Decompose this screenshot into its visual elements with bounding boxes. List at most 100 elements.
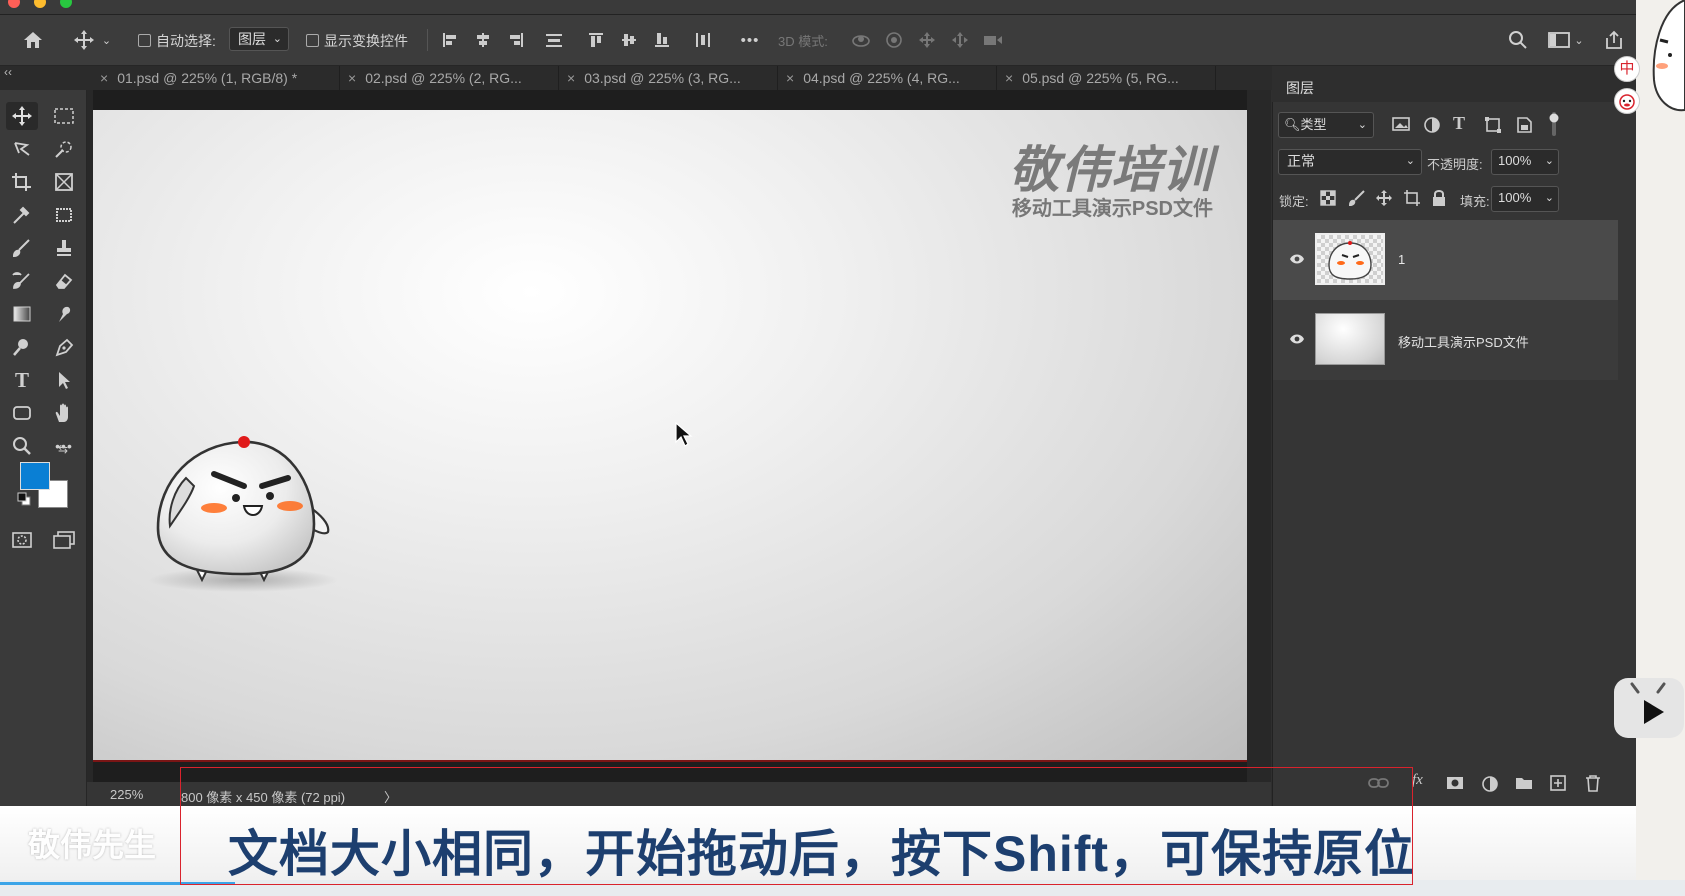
trash-icon[interactable] <box>1585 774 1601 792</box>
slide-3d-icon <box>947 25 973 55</box>
smudge-tool-icon[interactable] <box>48 300 80 328</box>
layer-name[interactable]: 移动工具演示PSD文件 <box>1398 332 1529 351</box>
ime-indicator[interactable]: 中 <box>1614 56 1640 82</box>
document-canvas[interactable]: 敬伟培训 移动工具演示PSD文件 <box>93 110 1247 760</box>
path-selection-tool-icon[interactable] <box>48 366 80 394</box>
layer-row[interactable]: 1 <box>1273 220 1618 300</box>
status-menu-arrow[interactable]: 〉 <box>384 787 397 806</box>
filter-adjustment-layers-icon[interactable] <box>1423 116 1441 134</box>
opacity-input[interactable]: 100% ⌄ <box>1491 149 1559 175</box>
lock-artboard-icon[interactable] <box>1403 190 1421 206</box>
align-left-icon[interactable] <box>437 25 463 55</box>
zoom-window-button[interactable] <box>60 0 72 8</box>
zoom-level[interactable]: 225% <box>110 787 143 802</box>
fill-input[interactable]: 100% ⌄ <box>1491 186 1559 212</box>
move-tool-icon[interactable] <box>6 102 38 130</box>
video-play-button[interactable] <box>1614 678 1684 738</box>
tab-01[interactable]: × 01.psd @ 225% (1, RGB/8) * <box>92 66 340 90</box>
eye-icon[interactable] <box>1289 333 1305 345</box>
fill-value: 100% <box>1498 190 1532 205</box>
close-tab-icon[interactable]: × <box>786 70 794 86</box>
distribute-horizontal-icon[interactable] <box>690 25 716 55</box>
filter-toggle-switch[interactable] <box>1549 112 1559 136</box>
align-vertical-center-icon[interactable] <box>616 25 642 55</box>
lock-image-pixels-icon[interactable] <box>1348 190 1366 206</box>
align-bottom-icon[interactable] <box>649 25 675 55</box>
tab-05[interactable]: × 05.psd @ 225% (5, RG... <box>997 66 1216 90</box>
filter-shape-layers-icon[interactable] <box>1484 116 1502 134</box>
new-layer-icon[interactable] <box>1550 775 1566 791</box>
close-window-button[interactable] <box>8 0 20 8</box>
mascot-character[interactable] <box>138 428 348 598</box>
home-icon[interactable] <box>18 25 48 55</box>
stamp-tool-icon[interactable] <box>48 234 80 262</box>
swap-colors-icon[interactable]: ⇆ <box>58 442 68 456</box>
ime-mascot-icon[interactable] <box>1614 88 1640 114</box>
align-right-icon[interactable] <box>503 25 529 55</box>
tab-04[interactable]: × 04.psd @ 225% (4, RG... <box>778 66 997 90</box>
search-icon: 🔍︎ <box>1284 117 1301 132</box>
workspace-switcher[interactable]: ⌄ <box>1544 25 1588 55</box>
tab-03[interactable]: × 03.psd @ 225% (3, RG... <box>559 66 778 90</box>
layer-style-fx-icon[interactable]: fx <box>1412 772 1423 789</box>
tab-02[interactable]: × 02.psd @ 225% (2, RG... <box>340 66 559 90</box>
layer-filter-dropdown[interactable]: 🔍︎类型 ⌄ <box>1278 112 1374 138</box>
layers-panel <box>1272 66 1637 806</box>
layer-row[interactable]: 移动工具演示PSD文件 <box>1273 300 1618 380</box>
new-adjustment-layer-icon[interactable] <box>1481 775 1499 793</box>
lock-position-icon[interactable] <box>1375 189 1393 207</box>
lasso-tool-icon[interactable] <box>6 135 38 163</box>
more-options-button[interactable]: ••• <box>735 25 765 55</box>
eye-icon[interactable] <box>1289 253 1305 265</box>
lock-transparent-pixels-icon[interactable] <box>1320 190 1336 206</box>
layers-panel-title[interactable]: 图层 <box>1286 78 1314 98</box>
blend-mode-dropdown[interactable]: 正常 ⌄ <box>1278 149 1422 175</box>
dodge-tool-icon[interactable] <box>6 333 38 361</box>
marquee-tool-icon[interactable] <box>48 102 80 130</box>
crop-tool-icon[interactable] <box>6 168 38 196</box>
document-size[interactable]: 800 像素 x 450 像素 (72 ppi) <box>181 787 345 806</box>
layer-name[interactable]: 1 <box>1398 252 1405 267</box>
align-top-icon[interactable] <box>583 25 609 55</box>
move-tool-preset-picker[interactable]: ⌄ <box>70 25 114 55</box>
close-tab-icon[interactable]: × <box>567 70 575 86</box>
foreground-color-swatch[interactable] <box>20 462 50 490</box>
ruler-tool-icon[interactable] <box>48 201 80 229</box>
align-horizontal-center-icon[interactable] <box>470 25 496 55</box>
auto-select-target-dropdown[interactable]: 图层 ⌄ <box>229 27 289 51</box>
distribute-vertical-icon[interactable] <box>541 25 567 55</box>
zoom-tool-icon[interactable] <box>6 432 38 460</box>
show-transform-checkbox[interactable]: 显示变换控件 <box>306 31 408 51</box>
collapse-panels-icon[interactable]: ‹‹ <box>4 66 12 78</box>
filter-pixel-layers-icon[interactable] <box>1392 116 1410 132</box>
quick-selection-tool-icon[interactable] <box>48 135 80 163</box>
gradient-tool-icon[interactable] <box>6 300 38 328</box>
eraser-tool-icon[interactable] <box>48 267 80 295</box>
quick-mask-icon[interactable] <box>6 526 38 554</box>
close-tab-icon[interactable]: × <box>100 70 108 86</box>
auto-select-checkbox[interactable]: 自动选择: <box>138 31 216 51</box>
share-icon[interactable] <box>1600 25 1628 55</box>
lock-all-icon[interactable] <box>1431 189 1447 207</box>
progress-fill <box>0 882 235 885</box>
search-icon[interactable] <box>1504 25 1532 55</box>
filter-smart-objects-icon[interactable] <box>1515 116 1533 134</box>
eyedropper-tool-icon[interactable] <box>6 201 38 229</box>
link-layers-icon[interactable] <box>1368 776 1390 790</box>
rectangle-tool-icon[interactable] <box>6 399 38 427</box>
type-tool-icon[interactable]: T <box>6 366 38 394</box>
brush-tool-icon[interactable] <box>6 234 38 262</box>
close-tab-icon[interactable]: × <box>1005 70 1013 86</box>
filter-type-layers-icon[interactable]: T <box>1453 113 1465 134</box>
new-group-icon[interactable] <box>1515 776 1533 790</box>
close-tab-icon[interactable]: × <box>348 70 356 86</box>
minimize-window-button[interactable] <box>34 0 46 8</box>
frame-tool-icon[interactable] <box>48 168 80 196</box>
default-colors-icon[interactable] <box>17 492 31 506</box>
hand-tool-icon[interactable] <box>48 399 80 427</box>
pen-tool-icon[interactable] <box>48 333 80 361</box>
history-brush-tool-icon[interactable] <box>6 267 38 295</box>
layer-filter-value: 类型 <box>1300 117 1327 132</box>
add-mask-icon[interactable] <box>1446 775 1464 791</box>
screen-mode-icon[interactable] <box>48 526 80 554</box>
